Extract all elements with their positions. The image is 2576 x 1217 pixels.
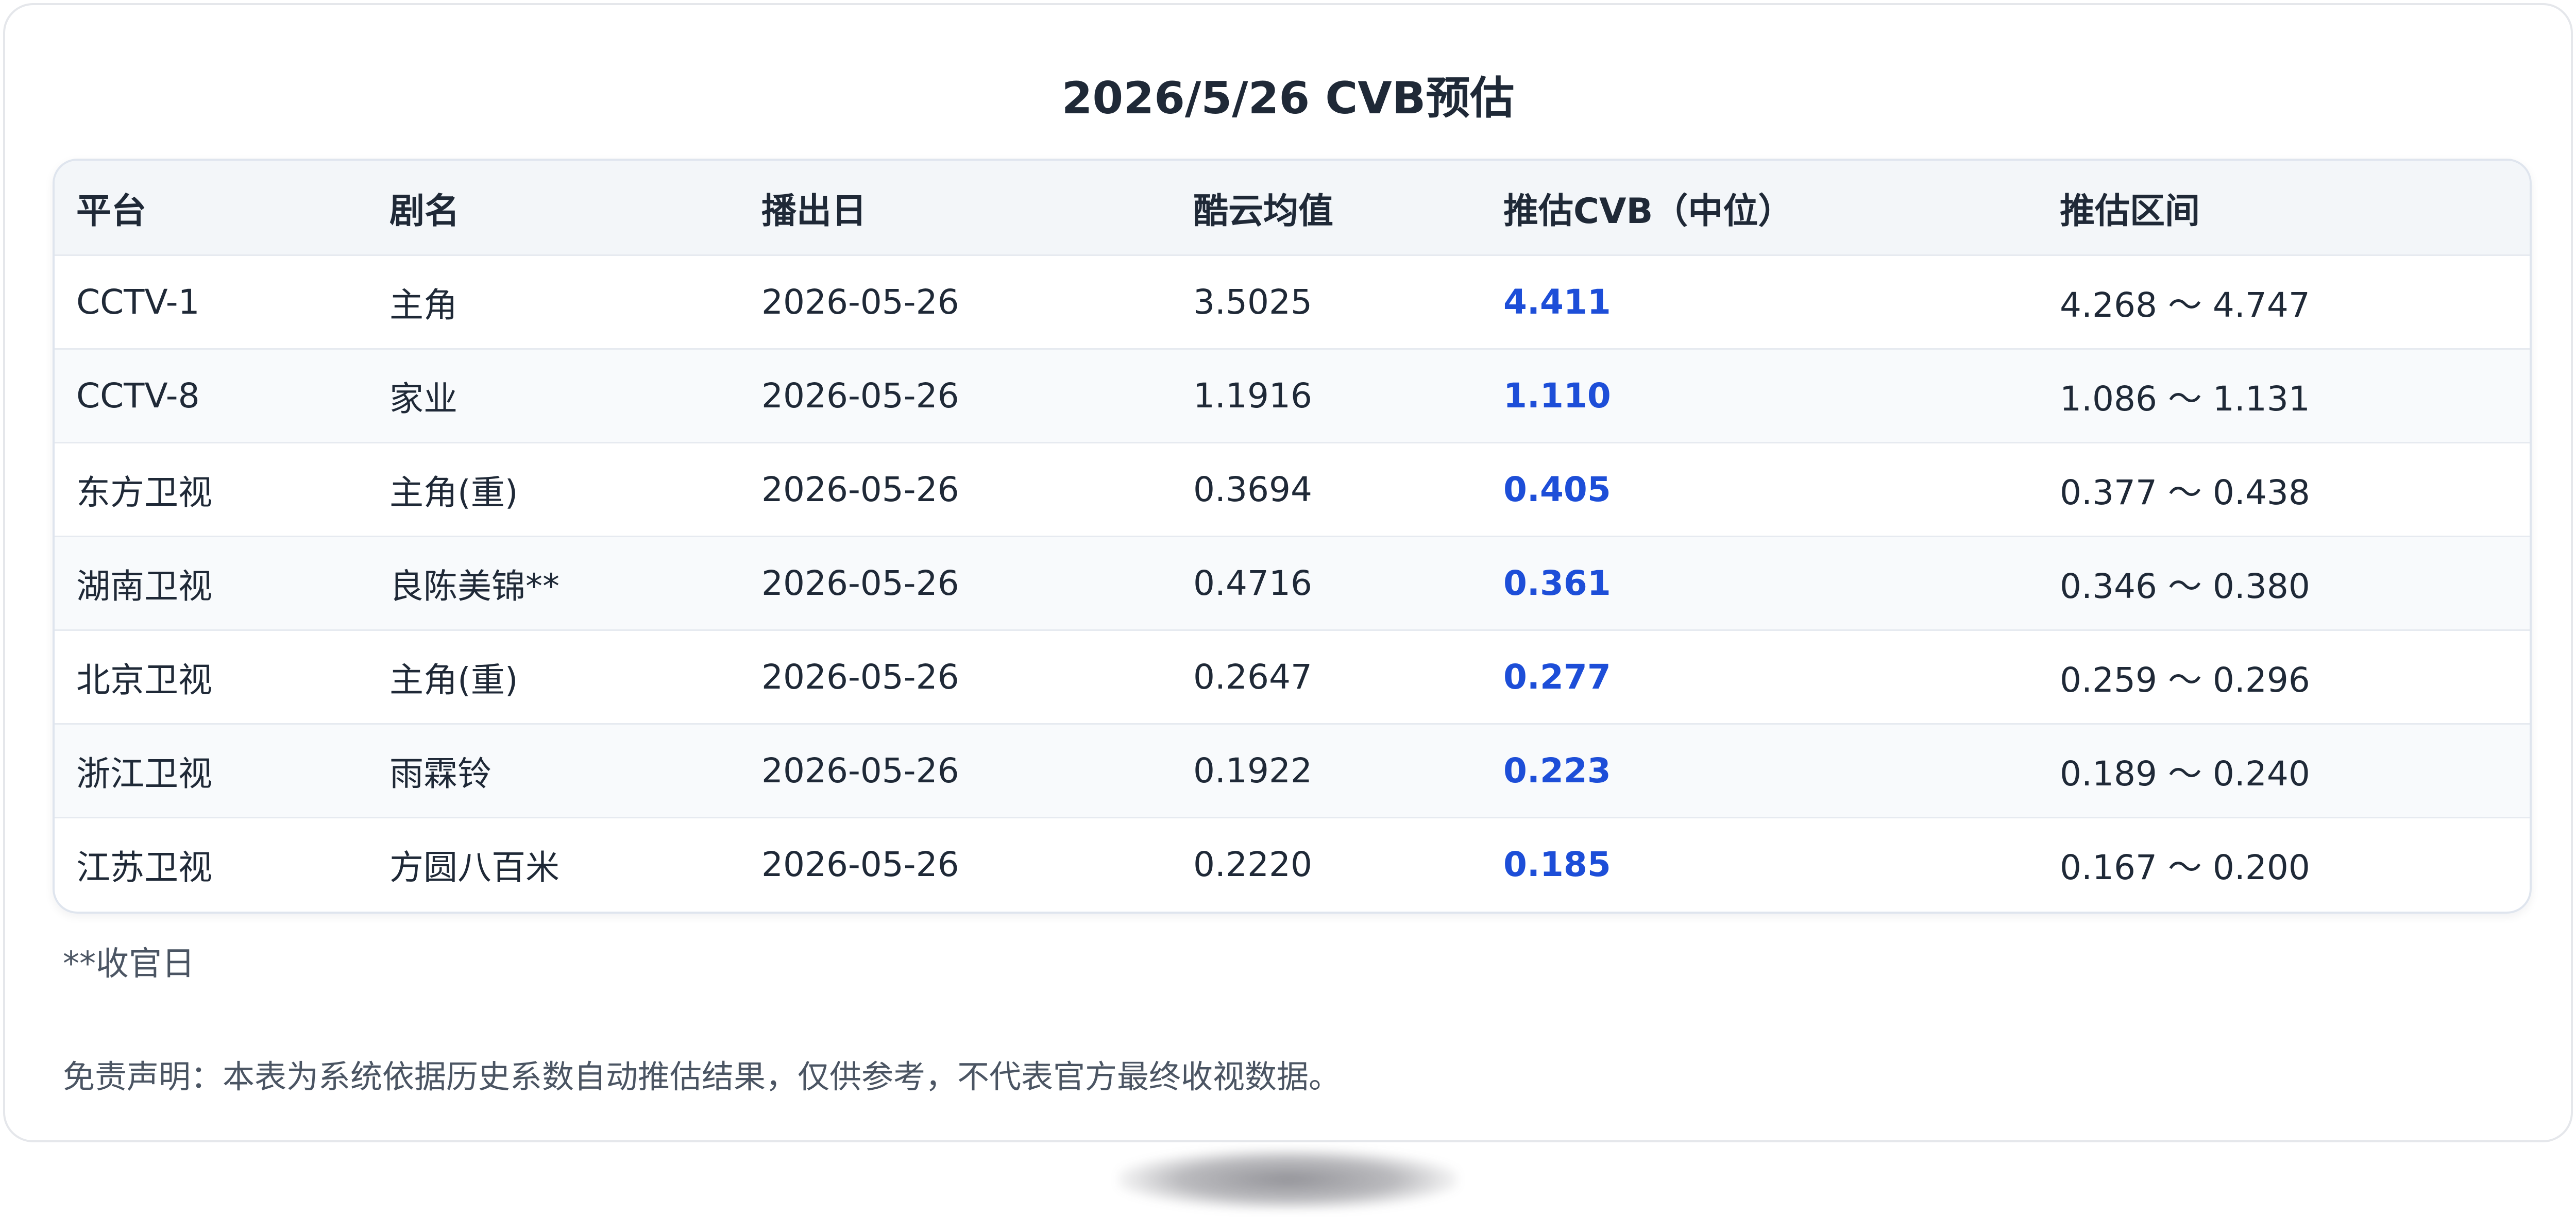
redacted-footer xyxy=(1118,1149,1458,1210)
report-card: 2026/5/26 CVB预估 平台 剧名 播出日 酷云均值 推估CVB（中位）… xyxy=(3,3,2573,1142)
header-kuyun-average: 酷云均值 xyxy=(1193,191,1334,232)
cell-kuyun: 0.1922 xyxy=(1193,751,1312,791)
cell-date: 2026-05-26 xyxy=(761,657,959,697)
cell-platform: 江苏卫视 xyxy=(76,847,212,887)
cell-range: 0.259 ～ 0.296 xyxy=(2060,660,2310,700)
cell-drama: 主角(重) xyxy=(389,660,518,700)
table-row: 浙江卫视 雨霖铃 2026-05-26 0.1922 0.223 0.189 ～… xyxy=(55,723,2530,817)
table-header-row: 平台 剧名 播出日 酷云均值 推估CVB（中位） 推估区间 xyxy=(55,161,2530,254)
cell-kuyun: 0.4716 xyxy=(1193,563,1312,603)
cell-drama: 方圆八百米 xyxy=(389,847,560,887)
cell-drama: 家业 xyxy=(389,379,457,419)
cell-date: 2026-05-26 xyxy=(761,751,959,791)
cell-platform: 北京卫视 xyxy=(76,660,212,700)
cell-range: 0.167 ～ 0.200 xyxy=(2060,847,2310,887)
cell-drama: 主角(重) xyxy=(389,472,518,512)
header-drama: 剧名 xyxy=(389,191,460,232)
cell-cvb: 0.185 xyxy=(1503,845,1611,884)
cell-kuyun: 0.2647 xyxy=(1193,657,1312,697)
header-platform: 平台 xyxy=(76,191,147,232)
cell-kuyun: 3.5025 xyxy=(1193,282,1312,322)
cell-cvb: 1.110 xyxy=(1503,376,1611,416)
cell-date: 2026-05-26 xyxy=(761,845,959,884)
cell-cvb: 0.405 xyxy=(1503,470,1611,509)
cell-platform: 湖南卫视 xyxy=(76,566,212,606)
cell-date: 2026-05-26 xyxy=(761,470,959,509)
cell-platform: CCTV-8 xyxy=(76,376,200,416)
cell-platform: CCTV-1 xyxy=(76,282,200,322)
footnote: **收官日 xyxy=(63,945,195,983)
table-row: CCTV-1 主角 2026-05-26 3.5025 4.411 4.268 … xyxy=(55,254,2530,348)
cvb-table: 平台 剧名 播出日 酷云均值 推估CVB（中位） 推估区间 CCTV-1 主角 … xyxy=(53,159,2532,914)
cell-drama: 主角 xyxy=(389,285,457,325)
cell-drama: 雨霖铃 xyxy=(389,753,492,794)
cell-date: 2026-05-26 xyxy=(761,563,959,603)
cell-cvb: 0.277 xyxy=(1503,657,1611,697)
cell-range: 1.086 ～ 1.131 xyxy=(2060,379,2310,419)
cell-kuyun: 0.2220 xyxy=(1193,845,1312,884)
cell-date: 2026-05-26 xyxy=(761,282,959,322)
cell-cvb: 4.411 xyxy=(1503,282,1611,322)
cell-range: 0.346 ～ 0.380 xyxy=(2060,566,2310,606)
cell-drama: 良陈美锦** xyxy=(389,566,560,606)
cell-cvb: 0.223 xyxy=(1503,751,1611,791)
page-title: 2026/5/26 CVB预估 xyxy=(1061,73,1515,124)
cell-platform: 浙江卫视 xyxy=(76,753,212,794)
cell-cvb: 0.361 xyxy=(1503,563,1611,603)
table-row: CCTV-8 家业 2026-05-26 1.1916 1.110 1.086 … xyxy=(55,348,2530,442)
cell-kuyun: 1.1916 xyxy=(1193,376,1312,416)
cell-kuyun: 0.3694 xyxy=(1193,470,1312,509)
table-row: 东方卫视 主角(重) 2026-05-26 0.3694 0.405 0.377… xyxy=(55,442,2530,536)
cell-range: 4.268 ～ 4.747 xyxy=(2060,285,2310,325)
table-row: 北京卫视 主角(重) 2026-05-26 0.2647 0.277 0.259… xyxy=(55,629,2530,723)
header-air-date: 播出日 xyxy=(761,191,867,232)
cell-range: 0.377 ～ 0.438 xyxy=(2060,472,2310,512)
header-range: 推估区间 xyxy=(2060,191,2200,232)
cell-date: 2026-05-26 xyxy=(761,376,959,416)
table-row: 江苏卫视 方圆八百米 2026-05-26 0.2220 0.185 0.167… xyxy=(55,817,2530,911)
table-row: 湖南卫视 良陈美锦** 2026-05-26 0.4716 0.361 0.34… xyxy=(55,536,2530,629)
disclaimer-text: 免责声明：本表为系统依据历史系数自动推估结果，仅供参考，不代表官方最终收视数据。 xyxy=(63,1058,1341,1095)
header-cvb-median: 推估CVB（中位） xyxy=(1503,191,1793,232)
cell-platform: 东方卫视 xyxy=(76,472,212,512)
cell-range: 0.189 ～ 0.240 xyxy=(2060,753,2310,794)
